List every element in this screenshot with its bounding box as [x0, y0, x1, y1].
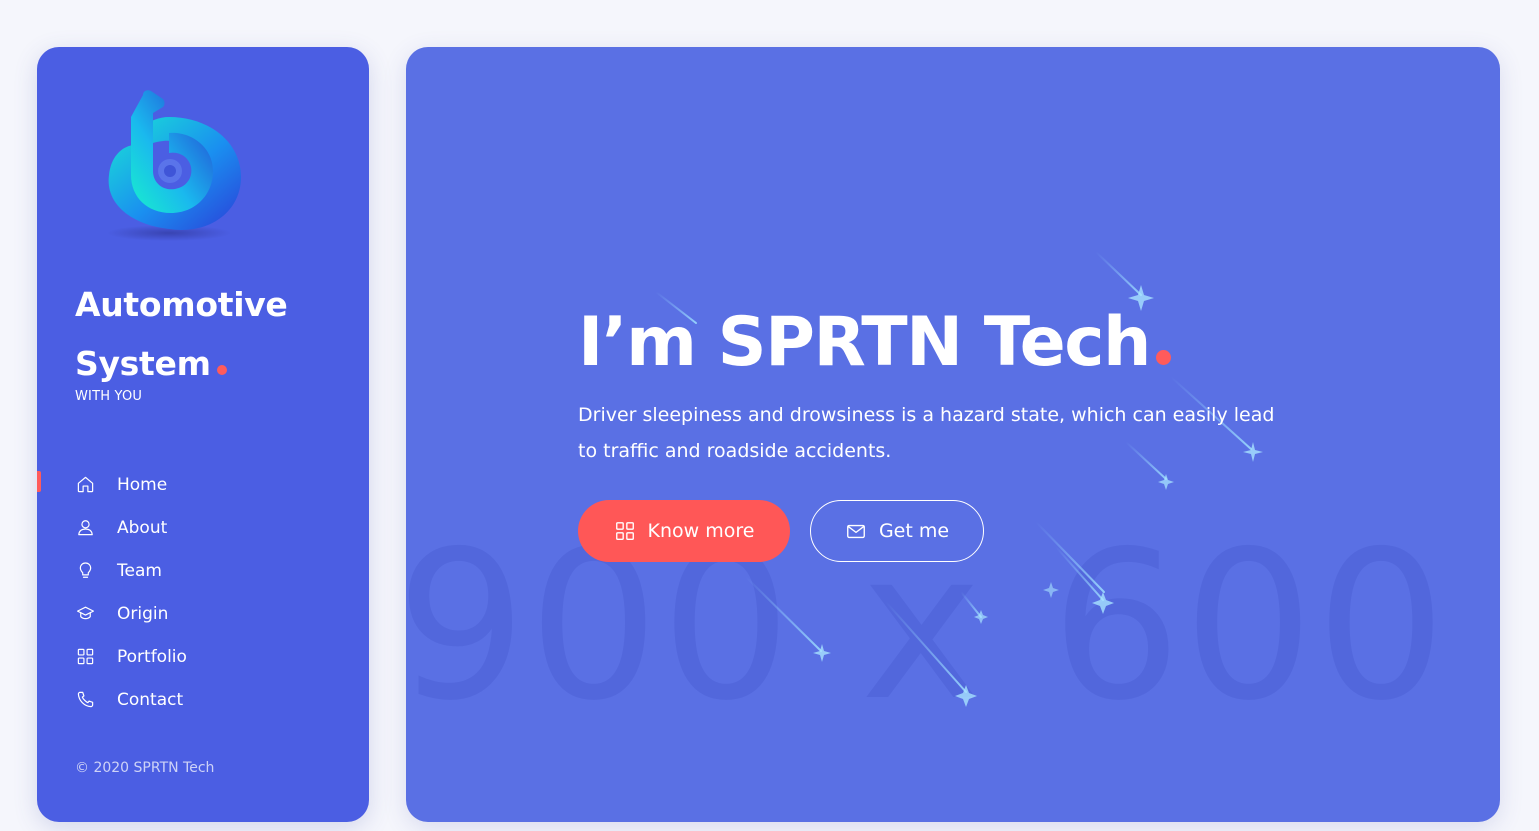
hero-title: I’m SPRTN Tech [578, 295, 1171, 391]
sidebar-item-label: Contact [117, 689, 184, 710]
copyright-text: © 2020 SPRTN Tech [75, 760, 215, 776]
mail-icon [845, 520, 867, 542]
brand-title: Automotive System [75, 275, 355, 393]
hero-description: Driver sleepiness and drowsiness is a ha… [578, 404, 1275, 462]
brand-title-line2: System [75, 344, 211, 383]
home-icon [75, 475, 95, 495]
know-more-button[interactable]: Know more [578, 500, 790, 562]
sidebar-item-label: About [117, 517, 168, 538]
know-more-label: Know more [647, 520, 755, 542]
accent-dot [216, 365, 227, 375]
get-me-button[interactable]: Get me [810, 500, 984, 562]
hero-title-text: I’m SPRTN Tech [578, 303, 1151, 382]
sidebar-item-origin[interactable]: Origin [37, 592, 369, 635]
sidebar-item-home[interactable]: Home [37, 463, 369, 506]
phone-icon [75, 690, 95, 710]
brand-title-line1: Automotive [75, 285, 288, 324]
get-me-label: Get me [878, 520, 950, 542]
sidebar-item-label: Portfolio [117, 646, 187, 667]
sidebar: Automotive System WITH YOU Home About Te… [37, 47, 369, 822]
sidebar-item-label: Origin [117, 603, 169, 624]
graduation-cap-icon [75, 604, 95, 624]
sidebar-item-portfolio[interactable]: Portfolio [37, 635, 369, 678]
grid-icon [75, 647, 95, 667]
sidebar-nav: Home About Team Origin Portfolio Contact [37, 463, 369, 721]
brand-tagline: WITH YOU [75, 389, 143, 404]
logo-icon [107, 90, 241, 241]
sidebar-item-contact[interactable]: Contact [37, 678, 369, 721]
lightbulb-icon [75, 561, 95, 581]
sidebar-item-about[interactable]: About [37, 506, 369, 549]
accent-dot [1155, 350, 1171, 365]
sidebar-item-label: Team [117, 560, 162, 581]
brand-logo[interactable] [91, 87, 251, 247]
grid-icon [614, 520, 636, 542]
sidebar-item-label: Home [117, 474, 168, 495]
sidebar-item-team[interactable]: Team [37, 549, 369, 592]
hero-section: 900 x 600 I’m SPRTN Tech Driver sleepine… [406, 47, 1500, 822]
user-icon [75, 518, 95, 538]
